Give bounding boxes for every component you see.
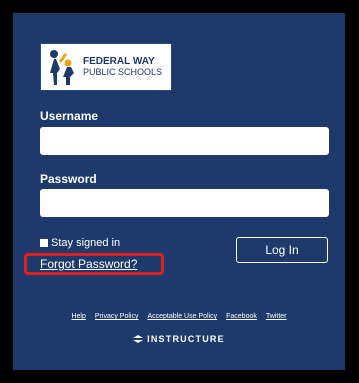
log-in-button[interactable]: Log In	[236, 237, 328, 263]
stay-signed-in-label: Stay signed in	[51, 237, 121, 249]
instructure-logo-icon	[133, 335, 144, 343]
footer-link-help[interactable]: Help	[71, 313, 85, 320]
username-label: Username	[40, 109, 99, 123]
password-label: Password	[40, 172, 97, 186]
forgot-password-link[interactable]: Forgot Password?	[40, 257, 137, 271]
instructure-brand: INSTRUCTURE	[13, 334, 345, 344]
footer-link-twitter[interactable]: Twitter	[266, 313, 287, 320]
login-panel: FEDERAL WAY PUBLIC SCHOOLS Username Pass…	[13, 13, 345, 370]
footer-link-facebook[interactable]: Facebook	[226, 313, 257, 320]
footer-links: Help Privacy Policy Acceptable Use Polic…	[13, 313, 345, 320]
logo-line2: PUBLIC SCHOOLS	[83, 67, 163, 77]
footer-link-acceptable-use-policy[interactable]: Acceptable Use Policy	[147, 313, 217, 320]
instructure-brand-text: INSTRUCTURE	[147, 334, 225, 344]
school-figures-logo-icon	[50, 50, 74, 85]
logo-line1: FEDERAL WAY	[83, 56, 155, 67]
district-logo: FEDERAL WAY PUBLIC SCHOOLS	[40, 43, 172, 91]
logo-text: FEDERAL WAY PUBLIC SCHOOLS	[83, 56, 162, 78]
footer-link-privacy-policy[interactable]: Privacy Policy	[95, 313, 139, 320]
username-input[interactable]	[40, 127, 329, 155]
password-input[interactable]	[40, 189, 329, 217]
stay-signed-in[interactable]: Stay signed in	[40, 237, 120, 249]
stay-signed-in-checkbox[interactable]	[40, 239, 48, 247]
